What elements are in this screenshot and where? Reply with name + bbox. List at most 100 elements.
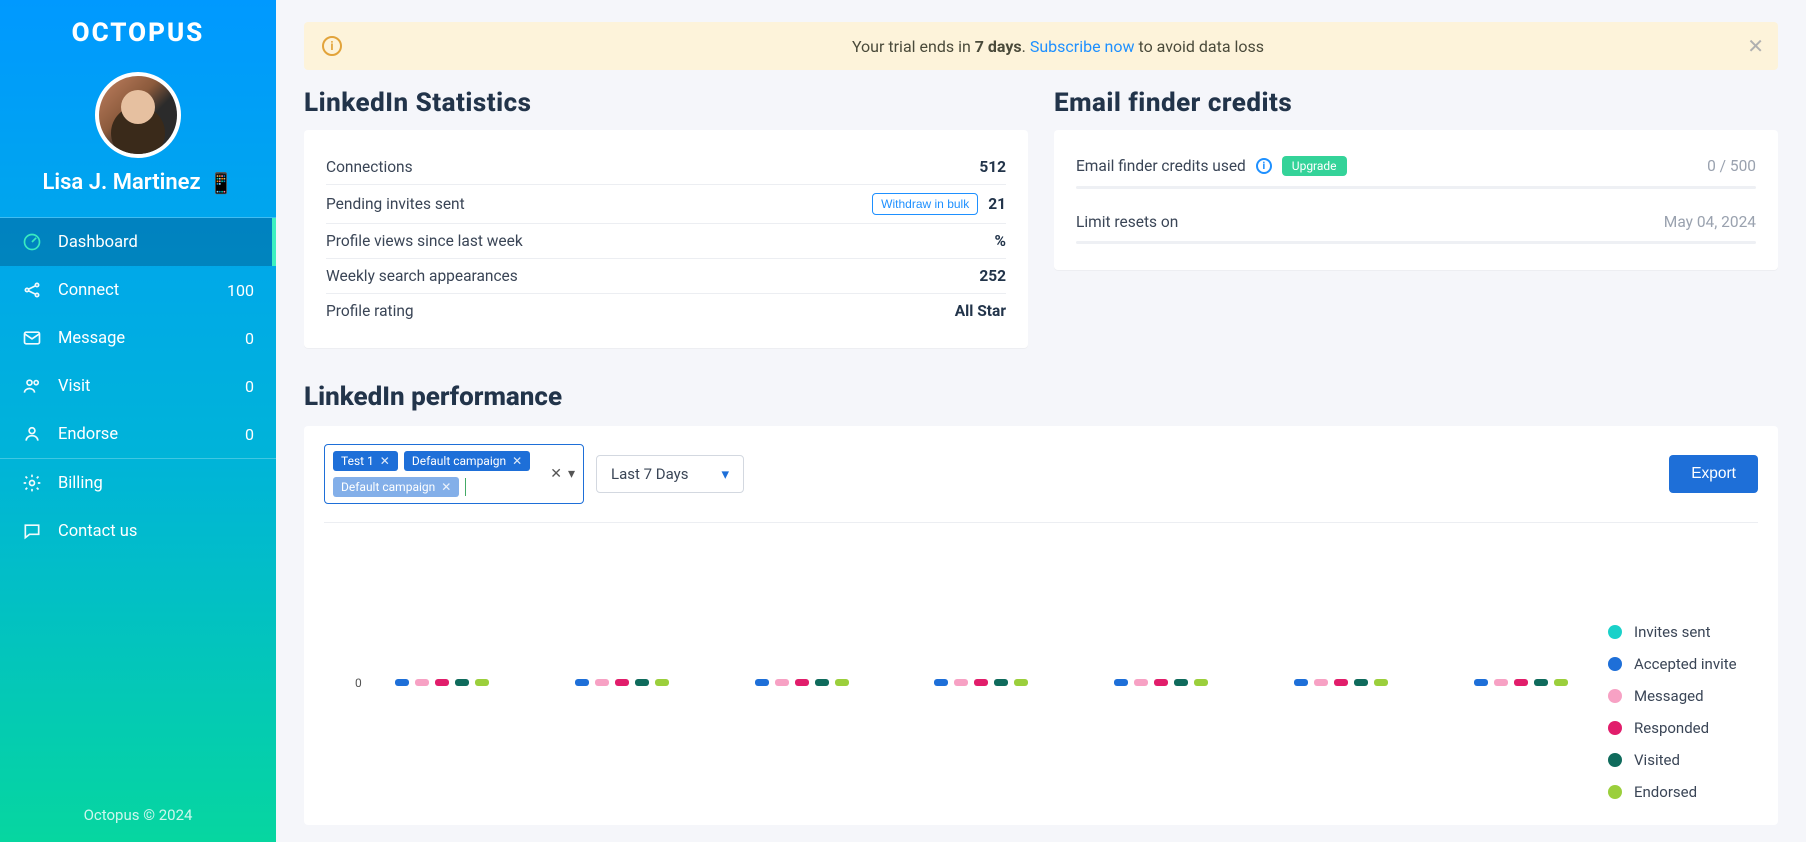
- stat-label: Profile views since last week: [326, 232, 523, 250]
- chevron-down-icon: ▾: [721, 465, 729, 483]
- user-icon: [22, 424, 42, 444]
- chart-bar: [1334, 679, 1348, 686]
- perf-title: LinkedIn performance: [304, 382, 1778, 412]
- date-range-select[interactable]: Last 7 Days ▾: [596, 455, 744, 493]
- ef-reset-row: Limit resets on May 04, 2024: [1076, 207, 1756, 235]
- chart-bar: [1474, 679, 1488, 686]
- stat-label: Profile rating: [326, 302, 414, 320]
- subscribe-link[interactable]: Subscribe now: [1030, 37, 1135, 56]
- stat-row: Connections 512: [326, 150, 1006, 185]
- chart-bar: [1554, 679, 1568, 686]
- ef-used-row: Email finder credits used i Upgrade 0 / …: [1076, 150, 1756, 180]
- info-icon[interactable]: i: [1256, 158, 1272, 174]
- nav-endorse[interactable]: Endorse 0: [0, 410, 276, 458]
- alert-suffix: .: [1022, 37, 1030, 56]
- upgrade-button[interactable]: Upgrade: [1282, 156, 1347, 176]
- ef-reset-value: May 04, 2024: [1664, 213, 1756, 231]
- nav-label: Endorse: [58, 425, 118, 444]
- stat-row: Pending invites sent Withdraw in bulk 21: [326, 185, 1006, 224]
- stat-label: Pending invites sent: [326, 195, 465, 213]
- multiselect-controls: ✕ ▾: [550, 466, 575, 482]
- stat-value: All Star: [955, 302, 1006, 320]
- legend-dot-icon: [1608, 721, 1622, 735]
- perf-card: Test 1 ✕ Default campaign ✕ Default camp…: [304, 426, 1778, 825]
- users-icon: [22, 376, 42, 396]
- chart-group: [1114, 679, 1208, 686]
- legend-label: Accepted invite: [1634, 655, 1737, 673]
- date-range-value: Last 7 Days: [611, 465, 689, 483]
- ef-title: Email finder credits: [1054, 88, 1778, 118]
- campaign-multiselect[interactable]: Test 1 ✕ Default campaign ✕ Default camp…: [324, 444, 584, 504]
- chip-remove-icon[interactable]: ✕: [441, 480, 451, 494]
- phone-icon: 📱: [209, 171, 234, 195]
- nav-label: Contact us: [58, 522, 137, 541]
- nav-message[interactable]: Message 0: [0, 314, 276, 362]
- close-icon[interactable]: ✕: [1747, 34, 1764, 58]
- top-row: LinkedIn Statistics Connections 512 Pend…: [304, 88, 1778, 348]
- chart-plot: 0: [354, 563, 1578, 763]
- nav-contact[interactable]: Contact us: [0, 507, 276, 555]
- legend-dot-icon: [1608, 689, 1622, 703]
- nav-connect[interactable]: Connect 100: [0, 266, 276, 314]
- info-icon: i: [322, 36, 342, 56]
- chart-bar: [1174, 679, 1188, 686]
- chart-bar: [1314, 679, 1328, 686]
- avatar[interactable]: [95, 72, 181, 158]
- chart-bar: [455, 679, 469, 686]
- share-icon: [22, 280, 42, 300]
- nav-visit[interactable]: Visit 0: [0, 362, 276, 410]
- clear-icon[interactable]: ✕: [550, 466, 562, 482]
- legend-item[interactable]: Visited: [1608, 751, 1758, 769]
- legend-item[interactable]: Endorsed: [1608, 783, 1758, 801]
- nav-label: Message: [58, 329, 125, 348]
- nav-badge: 0: [245, 329, 254, 348]
- chip-remove-icon[interactable]: ✕: [512, 454, 522, 468]
- nav-badge: 0: [245, 425, 254, 444]
- chart-group: [755, 679, 849, 686]
- alert-message: Your trial ends in 7 days. Subscribe now…: [356, 37, 1760, 56]
- stat-label: Weekly search appearances: [326, 267, 518, 285]
- ef-progress-bar: [1076, 186, 1756, 189]
- chart-bar: [815, 679, 829, 686]
- chart-area: 0: [324, 563, 1578, 815]
- alert-prefix: Your trial ends in: [852, 37, 975, 56]
- legend-item[interactable]: Invites sent: [1608, 623, 1758, 641]
- stat-row: Profile rating All Star: [326, 294, 1006, 328]
- chart-legend: Invites sent Accepted invite Messaged Respo…: [1578, 563, 1758, 815]
- chart-group: [934, 679, 1028, 686]
- withdraw-button[interactable]: Withdraw in bulk: [872, 193, 978, 215]
- nav-dashboard[interactable]: Dashboard: [0, 218, 276, 266]
- chart-bar: [1294, 679, 1308, 686]
- sidebar: OCTOPUS Lisa J. Martinez 📱 Dashboard Con…: [0, 0, 276, 842]
- legend-item[interactable]: Responded: [1608, 719, 1758, 737]
- stat-value-wrap: Withdraw in bulk 21: [872, 193, 1006, 215]
- nav-billing[interactable]: Billing: [0, 459, 276, 507]
- chip-label: Test 1: [341, 454, 374, 468]
- export-button[interactable]: Export: [1669, 455, 1758, 493]
- chart-group: [395, 679, 489, 686]
- chart-bar: [635, 679, 649, 686]
- logo-wrap: OCTOPUS: [0, 0, 276, 58]
- nav-label: Dashboard: [58, 233, 138, 252]
- legend-item[interactable]: Messaged: [1608, 687, 1758, 705]
- chart-bar: [575, 679, 589, 686]
- stat-row: Weekly search appearances 252: [326, 259, 1006, 294]
- chart-bar: [1514, 679, 1528, 686]
- trial-alert: i Your trial ends in 7 days. Subscribe n…: [304, 22, 1778, 70]
- chart-bar: [974, 679, 988, 686]
- chart-bar: [1374, 679, 1388, 686]
- chip-remove-icon[interactable]: ✕: [380, 454, 390, 468]
- chevron-down-icon[interactable]: ▾: [568, 466, 575, 482]
- nav-label: Visit: [58, 377, 90, 396]
- stat-value: 21: [988, 195, 1006, 213]
- chart-bar: [795, 679, 809, 686]
- gear-icon: [22, 473, 42, 493]
- stats-card: Connections 512 Pending invites sent Wit…: [304, 130, 1028, 348]
- text-cursor: [465, 478, 466, 496]
- main: i Your trial ends in 7 days. Subscribe n…: [276, 0, 1806, 842]
- legend-dot-icon: [1608, 657, 1622, 671]
- legend-item[interactable]: Accepted invite: [1608, 655, 1758, 673]
- nav-badge: 100: [227, 281, 254, 300]
- mail-icon: [22, 328, 42, 348]
- ef-used-value: 0 / 500: [1707, 157, 1756, 175]
